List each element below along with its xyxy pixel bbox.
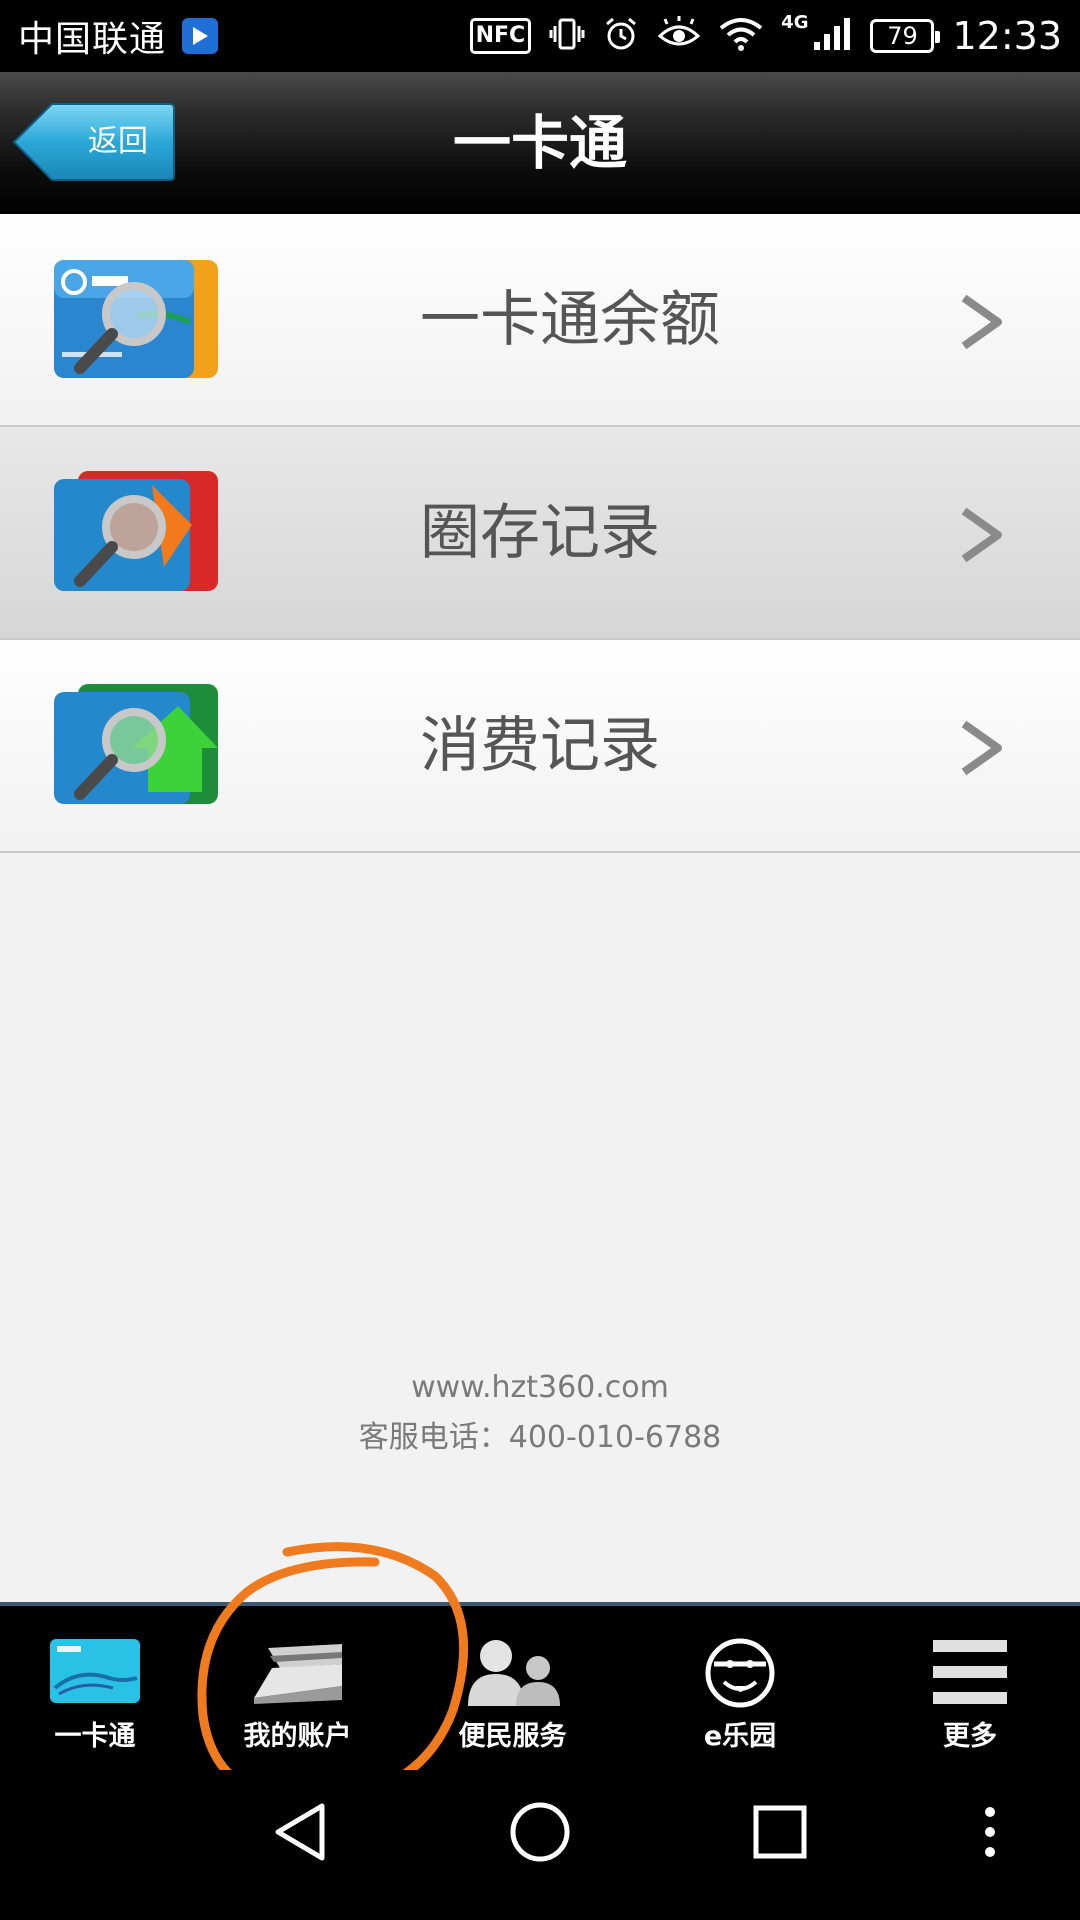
tab-my-account[interactable]: 我的账户 (190, 1606, 405, 1770)
chevron-right-icon (961, 720, 1002, 776)
menu-item-label: 圈存记录 (420, 498, 660, 568)
smiley-icon (705, 1638, 775, 1708)
wallet-icon (253, 1644, 342, 1704)
tab-more[interactable]: 更多 (860, 1606, 1080, 1770)
vibrate-icon (549, 16, 585, 56)
consumption-record-search-icon (54, 684, 218, 804)
recharge-record-search-icon (54, 471, 218, 591)
tab-convenience-services[interactable]: 便民服务 (405, 1606, 620, 1770)
eye-comfort-icon (657, 16, 701, 56)
card-balance-search-icon (54, 260, 218, 378)
nfc-icon: NFC (469, 18, 532, 54)
more-options-icon[interactable] (978, 1800, 1002, 1864)
recents-nav-icon[interactable] (750, 1800, 810, 1864)
menu-item-consumption-record[interactable]: 消费记录 (0, 640, 1080, 853)
tab-card[interactable]: 一卡通 (0, 1606, 190, 1770)
clock: 12:33 (952, 14, 1062, 58)
tab-label: 我的账户 (243, 1721, 352, 1752)
carrier-name: 中国联通 (18, 19, 167, 60)
tab-label: 更多 (943, 1721, 997, 1752)
people-icon (467, 1640, 560, 1706)
menu-item-card-balance[interactable]: 一卡通余额 (0, 214, 1080, 427)
chevron-right-icon (961, 294, 1002, 350)
menu-icon (933, 1640, 1007, 1704)
alarm-icon (603, 16, 639, 56)
tab-label: 一卡通 (54, 1721, 136, 1752)
tab-label: e乐园 (703, 1721, 777, 1752)
footer-website: www.hzt360.com (411, 1370, 669, 1405)
battery-icon: 79 (870, 19, 941, 53)
menu-item-recharge-record[interactable]: 圈存记录 (0, 427, 1080, 640)
tab-label: 便民服务 (458, 1721, 567, 1752)
card-icon (50, 1639, 140, 1703)
content-area: 一卡通余额 圈存记录 消费记录 www.hzt360.com 客服电话：400-… (0, 214, 1080, 1602)
network-type-label: 4G (781, 11, 809, 33)
signal-icon (812, 16, 852, 56)
system-navigation-bar (0, 1770, 1080, 1920)
status-bar: 中国联通 NFC 4G 79 12:33 (0, 0, 1080, 72)
back-button-label: 返回 (88, 124, 148, 159)
tab-e-paradise[interactable]: e乐园 (620, 1606, 860, 1770)
play-notification-icon (182, 18, 219, 54)
home-nav-icon[interactable] (508, 1800, 572, 1864)
menu-item-label: 消费记录 (420, 711, 660, 781)
back-nav-icon[interactable] (272, 1800, 328, 1864)
wifi-icon (719, 16, 763, 56)
menu-item-label: 一卡通余额 (420, 285, 720, 355)
bottom-tab-bar: 一卡通 我的账户 便民服务 e乐园 更多 (0, 1602, 1080, 1770)
chevron-right-icon (961, 507, 1002, 563)
footer-service-phone: 客服电话：400-010-6788 (358, 1420, 722, 1455)
title-bar: 一卡通 返回 (0, 72, 1080, 214)
back-button[interactable]: 返回 (12, 102, 176, 182)
